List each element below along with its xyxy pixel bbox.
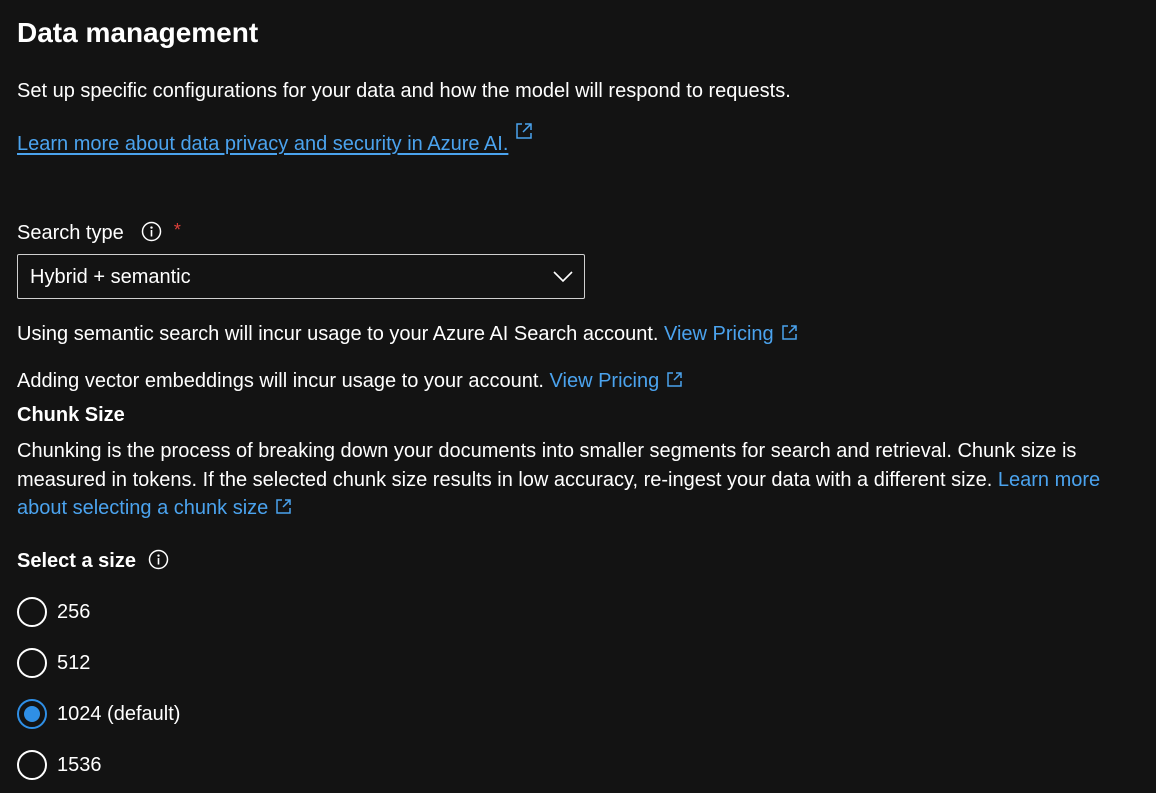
radio-1536[interactable] <box>17 750 47 780</box>
semantic-pricing-notice: Using semantic search will incur usage t… <box>17 320 798 348</box>
select-size-label-row: Select a size <box>17 547 169 575</box>
radio-512[interactable] <box>17 648 47 678</box>
radio-label-256[interactable]: 256 <box>57 598 90 626</box>
radio-256[interactable] <box>17 597 47 627</box>
view-pricing-link[interactable]: View Pricing <box>550 370 660 392</box>
vector-pricing-notice: Adding vector embeddings will incur usag… <box>17 367 683 395</box>
radio-label-512[interactable]: 512 <box>57 649 90 677</box>
vector-notice-text: Adding vector embeddings will incur usag… <box>17 370 544 392</box>
radio-label-1536[interactable]: 1536 <box>57 751 102 779</box>
semantic-notice-text: Using semantic search will incur usage t… <box>17 323 659 345</box>
external-link-icon <box>516 122 533 139</box>
search-type-label-row: Search type * <box>17 219 181 247</box>
external-link-icon <box>667 372 682 387</box>
required-marker: * <box>173 220 181 240</box>
chunk-description-text: Chunking is the process of breaking down… <box>17 440 1077 491</box>
search-type-dropdown[interactable]: Hybrid + semantic <box>17 254 585 299</box>
chunk-size-heading: Chunk Size <box>17 404 125 426</box>
radio-label-1024[interactable]: 1024 (default) <box>57 700 180 728</box>
search-type-value: Hybrid + semantic <box>30 266 191 288</box>
privacy-link[interactable]: Learn more about data privacy and securi… <box>17 133 508 155</box>
radio-selected-dot <box>24 706 40 722</box>
chevron-down-icon <box>553 271 573 283</box>
external-link-icon <box>276 499 292 514</box>
chunk-size-description: Chunking is the process of breaking down… <box>17 437 1147 523</box>
view-pricing-link[interactable]: View Pricing <box>664 323 774 345</box>
privacy-link-row: Learn more about data privacy and securi… <box>17 122 534 158</box>
info-icon[interactable] <box>148 549 169 570</box>
select-size-label: Select a size <box>17 550 136 572</box>
info-icon[interactable] <box>141 221 162 242</box>
intro-text: Set up specific configurations for your … <box>17 80 791 102</box>
external-link-icon <box>781 325 797 340</box>
page-title: Data management <box>17 17 259 48</box>
radio-1024[interactable] <box>17 699 47 729</box>
search-type-label: Search type <box>17 222 124 244</box>
